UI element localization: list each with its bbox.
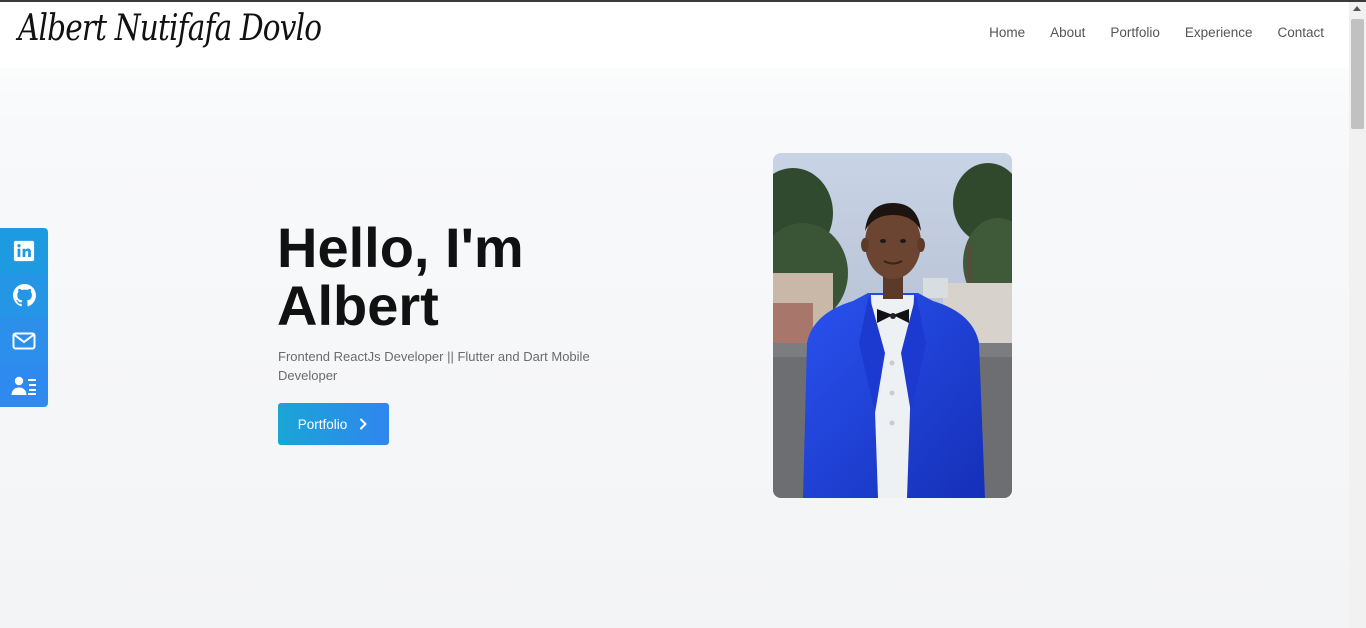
- github-link[interactable]: [0, 273, 48, 318]
- contact-card-icon: [11, 376, 36, 395]
- profile-photo: [773, 153, 1012, 498]
- nav-home[interactable]: Home: [989, 25, 1025, 40]
- portfolio-button-label: Portfolio: [297, 416, 348, 432]
- hero-title: Hello, I'm Albert: [277, 219, 697, 335]
- mail-icon: [12, 332, 36, 349]
- email-link[interactable]: [0, 318, 48, 363]
- navbar: Albert Nutifafa Dovlo Home About Portfol…: [0, 2, 1349, 68]
- scrollbar-thumb[interactable]: [1351, 19, 1364, 129]
- scroll-up-icon[interactable]: [1353, 6, 1361, 11]
- hero-title-line-1: Hello, I'm: [277, 216, 524, 279]
- nav-experience[interactable]: Experience: [1185, 25, 1253, 40]
- nav-about[interactable]: About: [1050, 25, 1085, 40]
- hero-subtitle: Frontend ReactJs Developer || Flutter an…: [278, 349, 590, 383]
- chevron-right-icon: [360, 418, 367, 430]
- github-icon: [12, 283, 36, 307]
- social-sidebar: [0, 228, 48, 407]
- nav-portfolio[interactable]: Portfolio: [1110, 25, 1160, 40]
- linkedin-link[interactable]: [0, 228, 48, 273]
- main-nav: Home About Portfolio Experience Contact: [964, 25, 1324, 40]
- resume-link[interactable]: [0, 363, 48, 407]
- hero-title-line-2: Albert: [277, 274, 439, 337]
- linkedin-icon: [13, 240, 35, 261]
- brand-logo[interactable]: Albert Nutifafa Dovlo: [18, 8, 322, 49]
- portfolio-button[interactable]: Portfolio: [278, 403, 389, 445]
- vertical-scrollbar[interactable]: [1349, 2, 1366, 628]
- page: Albert Nutifafa Dovlo Home About Portfol…: [0, 2, 1349, 628]
- portrait-illustration: [773, 153, 1012, 498]
- nav-contact[interactable]: Contact: [1277, 25, 1324, 40]
